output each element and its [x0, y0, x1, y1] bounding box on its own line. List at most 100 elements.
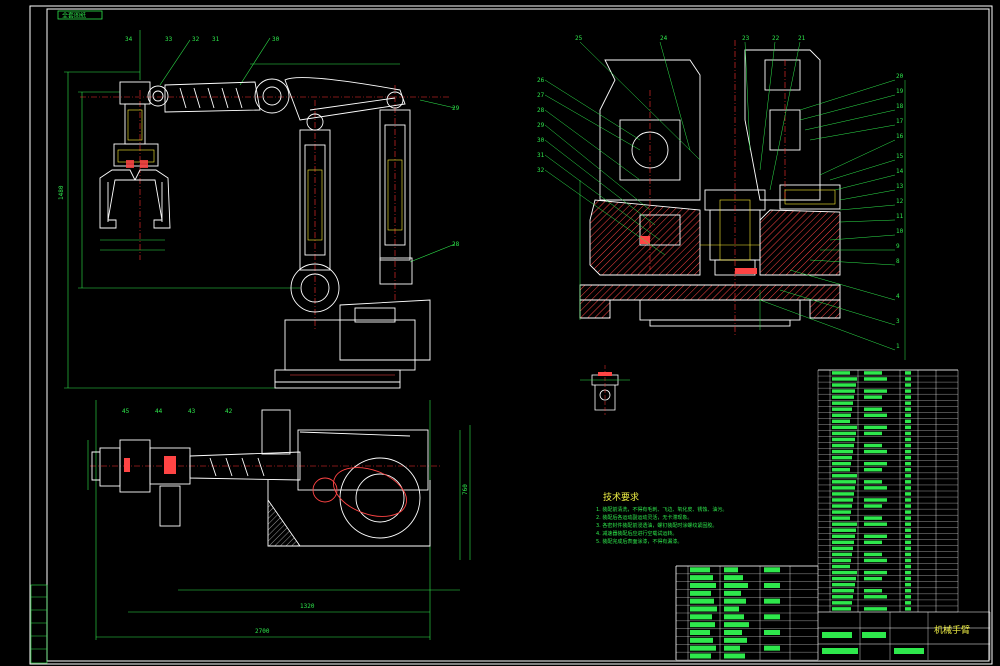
left-info-strip	[30, 584, 48, 664]
table-cell-text-mark	[864, 407, 882, 411]
table-cell-text-mark	[864, 449, 887, 454]
table-cell-text-mark	[864, 413, 887, 417]
balloon-s18: 15	[896, 153, 904, 160]
table-cell-text-mark	[864, 431, 882, 436]
upper-link	[284, 77, 406, 131]
table-cell-text-mark	[905, 601, 911, 605]
table-cell-text-mark	[724, 575, 743, 581]
cad-drawing-sheet: 全套图纸 1480 34 33 32 31 30 29 28 2700 1320…	[0, 0, 1000, 666]
table-cell-text-mark	[690, 645, 716, 651]
balloon-33: 33	[165, 36, 173, 43]
table-cell-text-mark	[905, 419, 911, 424]
table-cell-text-mark	[690, 629, 710, 635]
table-cell-text-mark	[832, 395, 854, 399]
top-dim-overall: 2700	[255, 628, 270, 635]
balloon-t3: 43	[188, 408, 196, 415]
table-cell-text-mark	[905, 498, 911, 502]
balloon-s14: 19	[896, 88, 904, 95]
table-cell-text-mark	[864, 607, 887, 611]
table-cell-text-mark	[864, 480, 882, 484]
table-cell-text-mark	[724, 637, 747, 643]
table-cell-text-mark	[905, 437, 911, 442]
table-cell-text-mark	[690, 637, 713, 643]
table-cell-text-mark	[832, 570, 857, 575]
balloon-s17: 16	[896, 133, 904, 140]
balloon-s13: 20	[896, 73, 904, 80]
table-cell-text-mark	[905, 486, 911, 490]
table-cell-text-mark	[864, 486, 887, 490]
front-view-dimensions	[64, 30, 456, 389]
balloon-t1: 45	[122, 408, 130, 415]
table-cell-text-mark	[832, 486, 855, 490]
table-cell-text-mark	[690, 614, 712, 620]
table-cell-text-mark	[832, 595, 853, 599]
top-dim-base: 1320	[300, 603, 315, 610]
table-cell-text-mark	[690, 575, 713, 581]
table-cell-text-mark	[764, 645, 780, 651]
table-cell-text-mark	[690, 606, 717, 612]
balloon-28: 28	[452, 241, 460, 248]
table-cell-text-mark	[832, 498, 853, 502]
table-cell-text-mark	[832, 401, 853, 405]
table-cell-text-mark	[905, 492, 911, 496]
table-cell-text-mark	[832, 461, 851, 466]
table-cell-text-mark	[905, 474, 911, 478]
table-cell-text-mark	[905, 558, 911, 563]
table-cell-text-mark	[905, 480, 911, 484]
table-cell-text-mark	[690, 653, 711, 659]
section-view: 26 27 28 29 30 31 32 25 24 23 22 21 20 1…	[537, 35, 906, 360]
balloon-30: 30	[272, 36, 280, 43]
tech-req-line-5: 5. 装配完成后表面涂漆，不得有漏漆。	[596, 538, 682, 545]
table-cell-text-mark	[905, 534, 911, 538]
table-cell-text-mark	[864, 395, 882, 399]
balloon-t4: 42	[225, 408, 233, 415]
balloon-s15: 18	[896, 103, 904, 110]
table-cell-text-mark	[832, 407, 852, 411]
balloon-s3: 28	[537, 107, 545, 114]
table-cell-text-mark	[832, 492, 854, 496]
table-cell-text-mark	[832, 455, 852, 460]
table-cell-text-mark	[864, 576, 882, 581]
table-cell-text-mark	[832, 528, 856, 532]
table-cell-text-mark	[832, 431, 856, 436]
table-cell-text-mark	[832, 552, 852, 557]
balloon-s23: 10	[896, 228, 904, 235]
top-arm	[189, 409, 429, 491]
table-cell-text-mark	[764, 629, 780, 635]
front-dim-height: 1480	[58, 185, 65, 200]
gripper-hidden	[117, 109, 155, 163]
balloon-s11: 22	[772, 35, 780, 42]
table-cell-text-mark	[690, 567, 710, 573]
parts-list-table	[817, 369, 959, 613]
balloon-s19: 14	[896, 168, 904, 175]
balloon-t2: 44	[155, 408, 163, 415]
table-cell-text-mark	[905, 449, 911, 454]
drawing-canvas: 全套图纸 1480 34 33 32 31 30 29 28 2700 1320…	[29, 5, 993, 665]
table-cell-text-mark	[764, 567, 780, 573]
table-cell-text-mark	[832, 546, 853, 551]
balloon-s16: 17	[896, 118, 904, 125]
column-hidden	[307, 159, 403, 241]
balloon-s26: 4	[896, 293, 900, 300]
table-cell-text-mark	[724, 614, 744, 620]
table-cell-text-mark	[822, 648, 858, 654]
table-cell-text-mark	[764, 598, 780, 604]
table-cell-text-mark	[905, 431, 911, 436]
top-view-balloons: 45 44 43 42	[122, 408, 233, 415]
gripper-section	[126, 160, 148, 168]
table-cell-text-mark	[905, 395, 911, 399]
table-cell-text-mark	[864, 595, 887, 599]
table-cell-text-mark	[832, 377, 857, 381]
table-cell-text-mark	[905, 468, 911, 472]
balloon-31: 31	[212, 36, 220, 43]
table-cell-text-mark	[864, 504, 882, 508]
table-cell-text-mark	[832, 425, 857, 430]
table-cell-text-mark	[832, 437, 855, 442]
table-cell-text-mark	[905, 461, 911, 466]
table-cell-text-mark	[864, 589, 882, 593]
gripper-assembly	[99, 81, 171, 229]
table-cell-text-mark	[905, 401, 911, 405]
table-cell-text-mark	[724, 590, 741, 596]
table-cell-text-mark	[832, 540, 854, 545]
table-cell-text-mark	[905, 371, 911, 375]
